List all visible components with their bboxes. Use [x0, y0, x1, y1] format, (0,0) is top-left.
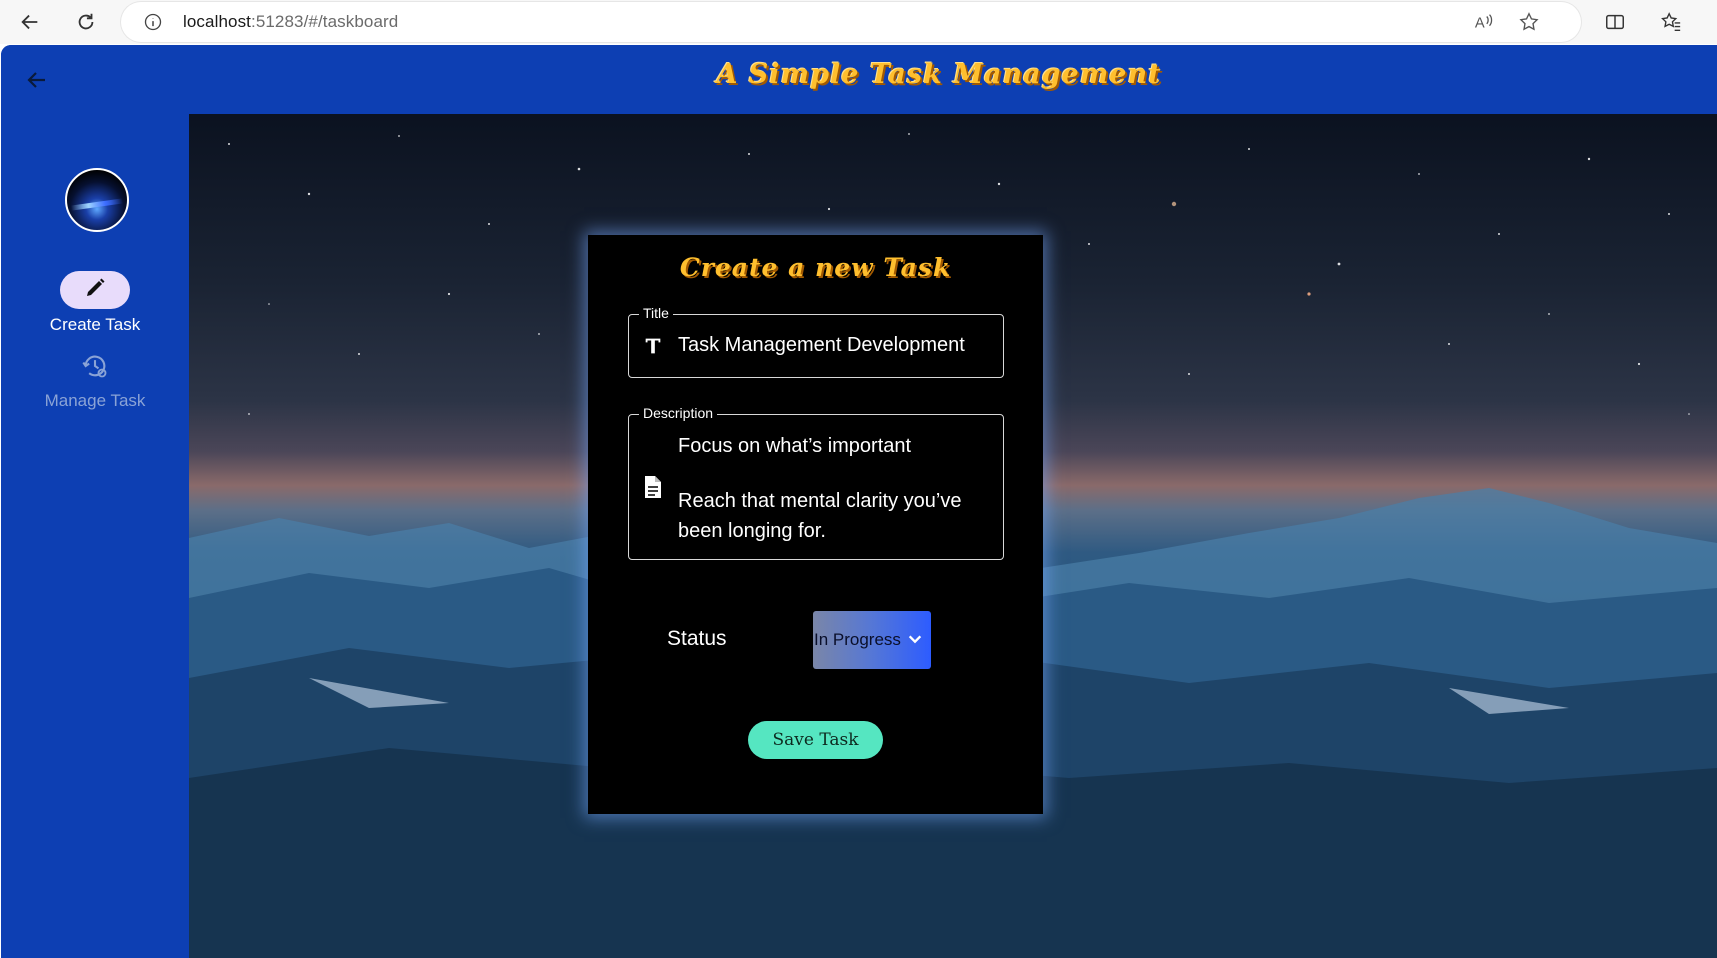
split-screen-icon[interactable] [1597, 4, 1633, 40]
text-t-icon [641, 334, 665, 358]
nav-pill-create[interactable] [60, 271, 130, 309]
sidebar-item-manage-task[interactable]: Manage Task [1, 351, 189, 411]
title-input[interactable]: Task Management Development [678, 330, 991, 360]
chevron-down-icon [905, 629, 925, 649]
sidebar-item-label: Create Task [49, 315, 141, 334]
app-window: A Simple Task Management Create Task Man… [1, 45, 1717, 958]
status-dropdown[interactable]: In Progress [813, 611, 931, 669]
save-task-button[interactable]: Save Task [748, 721, 883, 759]
title-field-legend: Title [639, 305, 673, 321]
avatar[interactable] [65, 168, 129, 232]
sidebar: Create Task Manage Task [1, 114, 189, 958]
info-icon[interactable] [141, 10, 165, 34]
refresh-icon[interactable] [68, 4, 104, 40]
description-field-legend: Description [639, 405, 718, 421]
description-field[interactable]: Description Focus on what’s important Re… [628, 405, 1004, 560]
browser-toolbar: localhost:51283/#/taskboard A [0, 0, 1717, 44]
manage-history-icon [81, 352, 109, 385]
read-aloud-icon[interactable]: A [1470, 8, 1498, 36]
pencil-icon [83, 276, 107, 305]
description-line-1[interactable]: Focus on what’s important [678, 431, 991, 461]
card-heading: Create a new Task [679, 253, 952, 282]
title-field[interactable]: Title Task Management Development [628, 305, 1004, 378]
sidebar-item-create-task[interactable]: Create Task [1, 271, 189, 335]
app-title: A Simple Task Management [716, 59, 1162, 90]
address-bar[interactable]: localhost:51283/#/taskboard A [121, 2, 1581, 42]
browser-back-icon[interactable] [12, 4, 48, 40]
status-label: Status [667, 627, 727, 650]
nav-pill-manage[interactable] [60, 351, 130, 385]
address-url[interactable]: localhost:51283/#/taskboard [183, 12, 398, 32]
create-task-card: Create a new Task Title Task Management … [588, 235, 1043, 814]
sidebar-item-label: Manage Task [44, 391, 146, 410]
svg-text:A: A [1475, 16, 1485, 32]
favorites-icon[interactable] [1653, 4, 1689, 40]
status-selected-value: In Progress [814, 630, 901, 649]
app-header: A Simple Task Management [1, 45, 1717, 114]
favorite-star-icon[interactable] [1515, 8, 1543, 36]
document-icon [641, 475, 665, 499]
description-line-2[interactable]: Reach that mental clarity you’ve been lo… [678, 486, 991, 546]
